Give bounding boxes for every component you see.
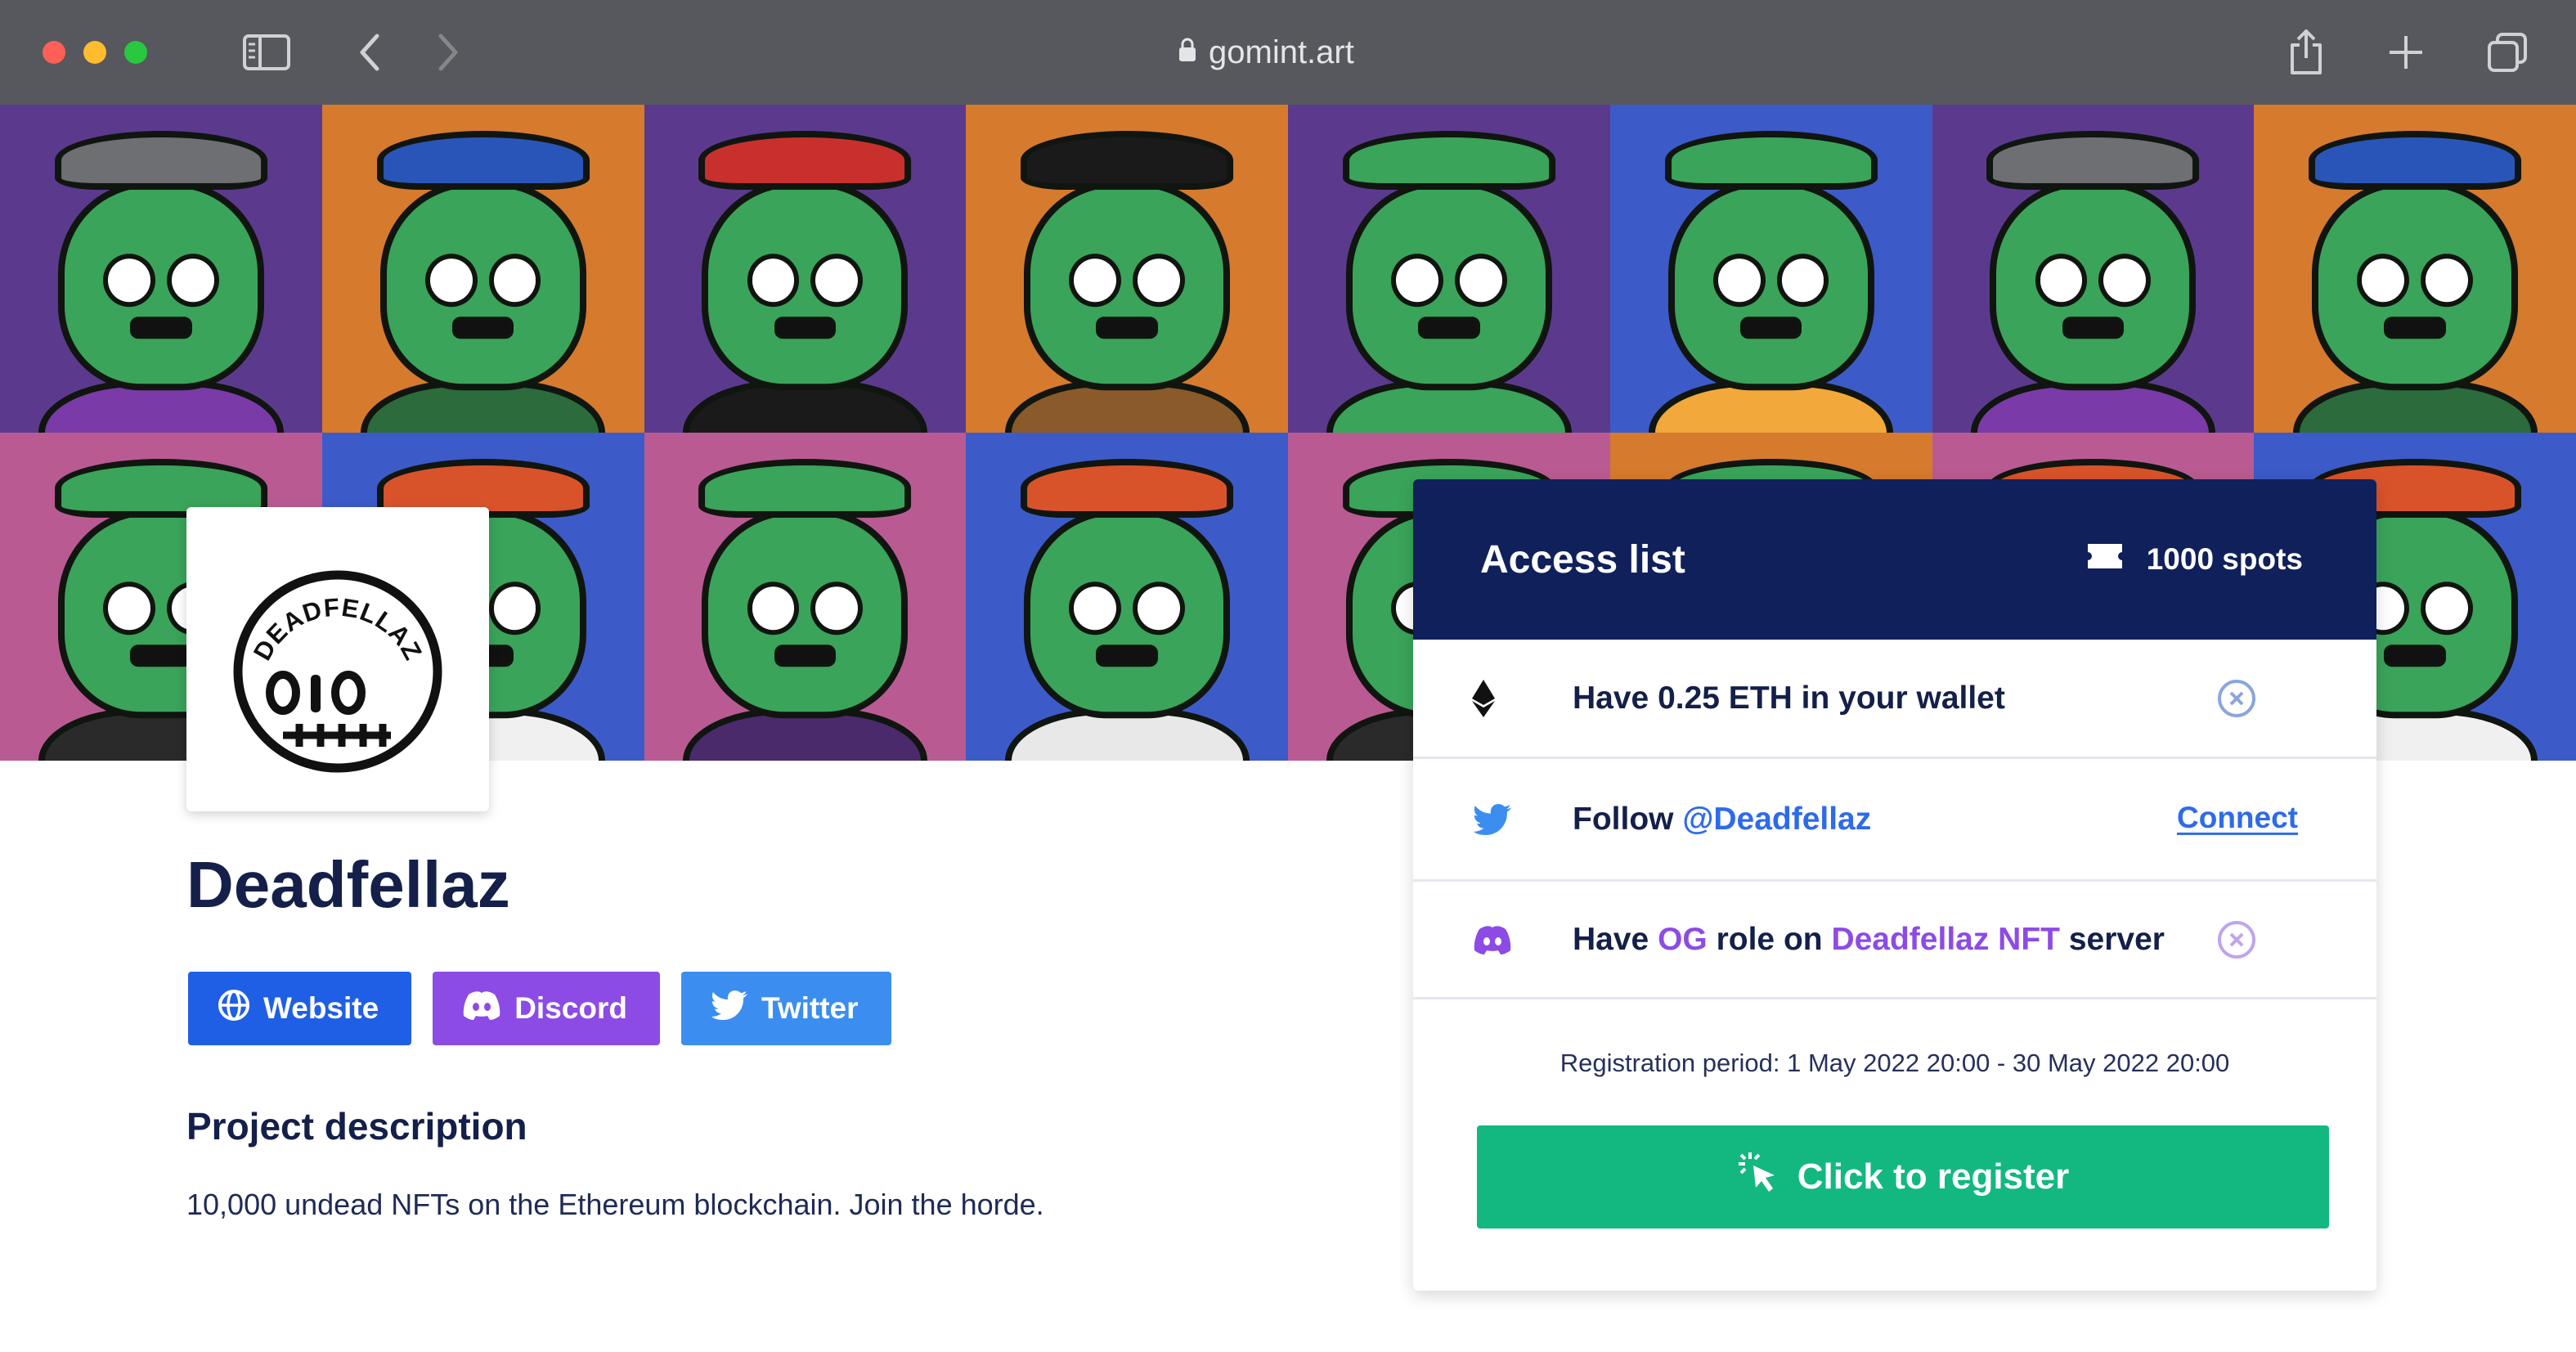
globe-icon	[218, 989, 250, 1029]
status-unmet-icon	[2216, 919, 2257, 960]
minimize-window-button[interactable]	[83, 41, 106, 64]
browser-toolbar: gomint.art	[0, 0, 2576, 105]
registration-period: Registration period: 1 May 2022 20:00 - …	[1560, 1049, 2230, 1077]
nft-artwork-tile	[966, 433, 1288, 761]
address-bar[interactable]: gomint.art	[1178, 28, 1407, 77]
discord-server: Deadfellaz NFT	[1831, 921, 2060, 957]
zoom-window-button[interactable]	[124, 41, 147, 64]
url-text: gomint.art	[1209, 34, 1354, 70]
twitter-icon	[711, 990, 748, 1028]
twitter-button[interactable]: Twitter	[680, 972, 891, 1045]
nft-artwork-tile	[2254, 105, 2576, 433]
register-label: Click to register	[1797, 1157, 2070, 1197]
website-button[interactable]: Website	[188, 972, 412, 1045]
nft-artwork-tile	[321, 105, 644, 433]
new-tab-icon[interactable]	[2383, 26, 2429, 79]
tabs-icon[interactable]	[2483, 26, 2532, 79]
ethereum-icon	[1472, 679, 1495, 717]
status-unmet-icon	[2216, 678, 2257, 719]
ticket-icon	[2086, 542, 2124, 577]
requirement-eth-text: Have 0.25 ETH in your wallet	[1573, 680, 2005, 716]
register-button[interactable]: Click to register	[1477, 1125, 2329, 1228]
access-list-title: Access list	[1480, 537, 1685, 582]
twitter-label: Twitter	[761, 991, 859, 1025]
requirement-twitter-text: Follow @Deadfellaz	[1573, 801, 1872, 837]
discord-icon	[462, 990, 501, 1028]
back-icon[interactable]	[350, 26, 389, 79]
connect-twitter-link[interactable]: Connect	[2177, 800, 2298, 834]
spots-label: 1000 spots	[2146, 542, 2303, 576]
nft-artwork-tile	[1609, 105, 1932, 433]
share-icon[interactable]	[2283, 26, 2329, 79]
requirement-eth: Have 0.25 ETH in your wallet	[1413, 640, 2376, 759]
requirement-discord: Have OG role on Deadfellaz NFT server	[1413, 882, 2376, 999]
discord-button[interactable]: Discord	[433, 972, 660, 1045]
nft-artwork-tile	[966, 105, 1288, 433]
description-text: 10,000 undead NFTs on the Ethereum block…	[186, 1188, 1044, 1221]
project-links: Website Discord Twitter	[188, 972, 891, 1045]
lock-icon	[1178, 34, 1197, 71]
sidebar-icon[interactable]	[237, 26, 296, 79]
requirement-discord-text: Have OG role on Deadfellaz NFT server	[1573, 921, 2165, 957]
project-title: Deadfellaz	[186, 848, 510, 921]
cursor-click-icon	[1737, 1151, 1781, 1204]
description-heading: Project description	[186, 1105, 527, 1148]
forward-icon[interactable]	[429, 26, 468, 79]
close-window-button[interactable]	[43, 41, 65, 64]
twitter-handle[interactable]: @Deadfellaz	[1682, 802, 1871, 837]
website-label: Website	[263, 991, 379, 1025]
spots-count: 1000 spots	[2086, 542, 2303, 577]
nft-artwork-tile	[1288, 105, 1610, 433]
discord-label: Discord	[514, 991, 627, 1025]
access-list-panel: Access list 1000 spots Have 0.25 ETH in …	[1413, 479, 2376, 1291]
access-list-header: Access list 1000 spots	[1413, 479, 2376, 640]
twitter-icon	[1472, 803, 1513, 836]
nft-artwork-tile	[1932, 105, 2255, 433]
discord-role: OG	[1658, 921, 1708, 957]
nft-artwork-tile	[644, 433, 967, 761]
nft-artwork-tile	[644, 105, 967, 433]
discord-icon	[1472, 924, 1513, 955]
nft-artwork-tile	[0, 105, 322, 433]
collection-logo: DEADFELLAZ	[186, 507, 489, 811]
requirement-twitter: Follow @Deadfellaz Connect	[1413, 759, 2376, 882]
